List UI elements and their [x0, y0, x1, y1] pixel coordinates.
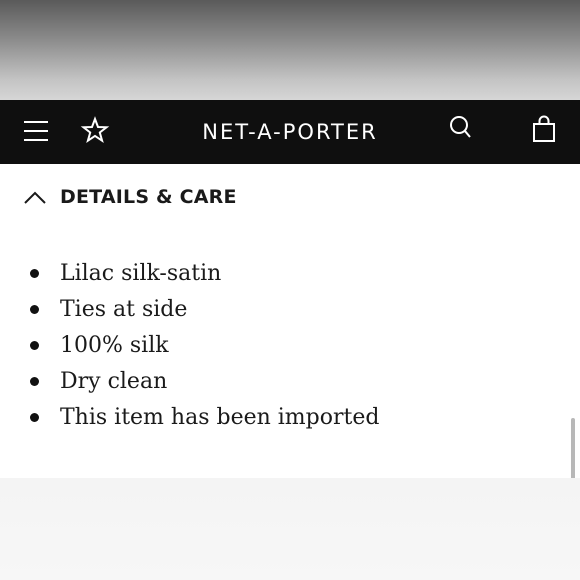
section-title: DETAILS & CARE [60, 186, 237, 208]
list-item: This item has been imported [30, 399, 379, 435]
page-bottom-backdrop [0, 478, 580, 580]
details-list: Lilac silk-satin Ties at side 100% silk … [30, 256, 379, 435]
star-icon[interactable] [80, 115, 110, 145]
details-care-toggle[interactable]: DETAILS & CARE [22, 180, 322, 214]
scrollbar[interactable] [571, 418, 575, 480]
list-item-text: Dry clean [60, 368, 168, 394]
bullet-icon [30, 376, 39, 386]
list-item-text: This item has been imported [60, 404, 380, 430]
list-item: Dry clean [30, 363, 379, 399]
search-icon[interactable] [448, 114, 474, 142]
hamburger-menu-icon[interactable] [22, 117, 50, 145]
page-top-backdrop [0, 0, 580, 100]
list-item-text: Ties at side [60, 297, 188, 323]
list-item-text: 100% silk [60, 332, 169, 358]
list-item: Lilac silk-satin [30, 256, 379, 292]
list-item-text: Lilac silk-satin [60, 261, 222, 287]
top-navbar: NET-A-PORTER [0, 100, 580, 164]
list-item: Ties at side [30, 292, 379, 328]
brand-logo-text[interactable]: NET-A-PORTER [202, 120, 377, 144]
list-item: 100% silk [30, 328, 379, 364]
shopping-bag-icon[interactable] [530, 114, 558, 144]
bullet-icon [30, 412, 39, 422]
chevron-up-icon [24, 191, 46, 204]
bullet-icon [30, 305, 39, 315]
bullet-icon [30, 269, 39, 279]
bullet-icon [30, 340, 39, 350]
